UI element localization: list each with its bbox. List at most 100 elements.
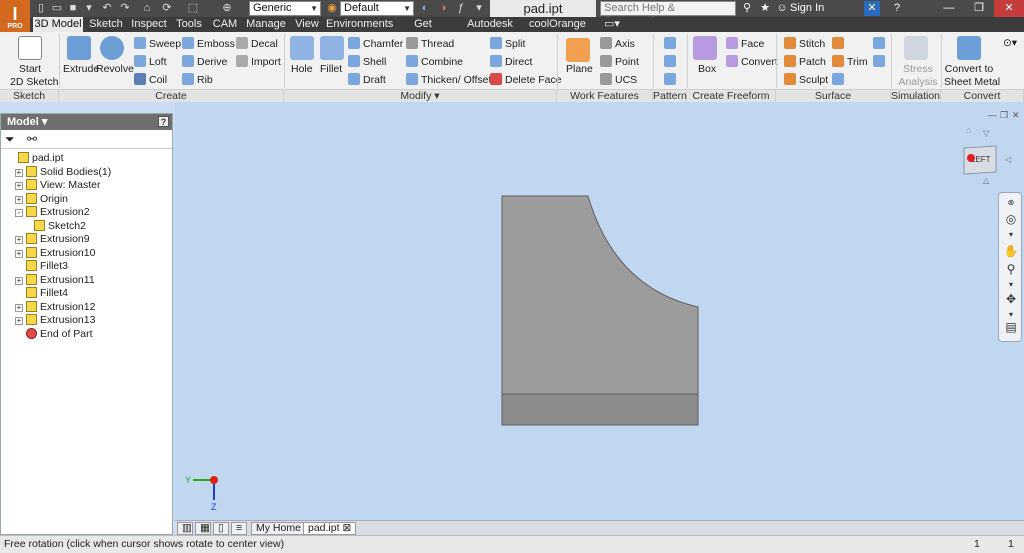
dropdown-icon[interactable]: ▾: [82, 1, 96, 16]
tree-node[interactable]: + View: Master: [15, 179, 101, 192]
trim-button[interactable]: Trim: [832, 55, 868, 69]
save-icon[interactable]: ■: [66, 1, 80, 16]
stress-analysis-button[interactable]: Stress Analysis: [898, 63, 938, 89]
tree-node[interactable]: + Extrusion13: [15, 314, 95, 327]
app-menu-button[interactable]: I PRO: [0, 0, 30, 32]
clear-appearance-icon[interactable]: ◑: [436, 1, 450, 16]
start-2d-sketch-button[interactable]: Start 2D Sketch: [10, 63, 58, 89]
tab-tools[interactable]: Tools: [172, 17, 206, 32]
stitch-button[interactable]: Stitch: [784, 37, 825, 51]
viewport-minimize-icon[interactable]: —: [988, 110, 997, 120]
extrude-button[interactable]: Extrude: [63, 63, 99, 76]
user-icon[interactable]: ☺: [775, 1, 789, 16]
measure-icon[interactable]: ⊕: [220, 1, 234, 16]
home-icon[interactable]: ⌂: [140, 1, 154, 16]
tab-close-icon[interactable]: ⊠: [342, 522, 351, 534]
emboss-button[interactable]: Emboss: [182, 37, 235, 51]
tree-node[interactable]: End of Part: [15, 327, 93, 341]
browser-help-button[interactable]: ?: [158, 116, 169, 127]
direct-button[interactable]: Direct: [490, 55, 532, 69]
redo-icon[interactable]: ↷: [118, 1, 132, 16]
adjust-icon[interactable]: ◐: [418, 1, 432, 16]
tree-node[interactable]: + Extrusion11: [15, 273, 95, 287]
zoom-icon[interactable]: ⚲: [1003, 261, 1019, 277]
expander-icon[interactable]: +: [15, 249, 23, 258]
decal-button[interactable]: Decal: [236, 37, 278, 51]
orbit-icon[interactable]: ✥: [1003, 291, 1019, 307]
cascade-icon[interactable]: ▦: [195, 522, 211, 535]
split-button[interactable]: Split: [490, 37, 525, 51]
pan-icon[interactable]: ✋: [1003, 243, 1019, 259]
select-icon[interactable]: ⬚: [186, 1, 200, 16]
tab-environments[interactable]: Environments: [326, 17, 393, 32]
restore-button[interactable]: ❐: [964, 0, 994, 17]
surface-tool-button[interactable]: [873, 37, 888, 51]
tab-cam[interactable]: CAM: [209, 17, 241, 32]
tree-node[interactable]: Fillet4: [15, 287, 68, 300]
fillet-button[interactable]: Fillet: [320, 63, 342, 76]
sweep-button[interactable]: Sweep: [134, 37, 181, 51]
shell-button[interactable]: Shell: [348, 55, 386, 69]
thicken-offset-button[interactable]: Thicken/ Offset: [406, 73, 491, 87]
face-button[interactable]: Face: [726, 37, 764, 51]
viewcube-home-icon[interactable]: ⌂: [966, 125, 971, 135]
tree-node[interactable]: pad.ipt: [7, 152, 64, 165]
surface-tool2-button[interactable]: [873, 55, 888, 69]
tab-view[interactable]: View: [291, 17, 323, 32]
expander-icon[interactable]: +: [15, 195, 23, 204]
ucs-button[interactable]: UCS: [600, 73, 637, 87]
tab-pad-ipt[interactable]: pad.ipt ⊠: [303, 522, 357, 535]
sculpt-button[interactable]: Sculpt: [784, 73, 828, 87]
sign-in-link[interactable]: Sign In: [790, 1, 824, 16]
tab-sketch[interactable]: Sketch: [86, 17, 126, 32]
tab-my-home[interactable]: My Home: [251, 522, 306, 535]
box-button[interactable]: Box: [698, 63, 716, 76]
steering-wheel-icon[interactable]: ◎: [1003, 211, 1019, 227]
material-combo[interactable]: Generic ▼: [249, 1, 321, 16]
minimize-button[interactable]: —: [934, 0, 964, 17]
viewport-close-icon[interactable]: ✕: [1012, 110, 1020, 120]
help-icon[interactable]: ?: [890, 1, 904, 16]
derive-button[interactable]: Derive: [182, 55, 227, 69]
delete-face-button[interactable]: Delete Face: [490, 73, 562, 87]
expander-icon[interactable]: +: [15, 168, 23, 177]
tree-node[interactable]: Sketch2: [23, 219, 86, 233]
look-at-icon[interactable]: ▤: [1003, 319, 1019, 335]
star-icon[interactable]: ★: [758, 1, 772, 16]
replace-face-button[interactable]: [832, 73, 847, 87]
fx-icon[interactable]: ƒ: [454, 1, 468, 16]
viewcube-arrow-up-icon[interactable]: ▽: [983, 129, 990, 138]
hole-button[interactable]: Hole: [291, 63, 313, 76]
search-icon[interactable]: ⚲: [740, 1, 754, 16]
tree-node[interactable]: - Extrusion2: [15, 206, 90, 219]
exchange-icon[interactable]: ✕: [864, 1, 880, 16]
import-button[interactable]: Import: [236, 55, 281, 69]
draft-button[interactable]: Draft: [348, 73, 386, 87]
loft-button[interactable]: Loft: [134, 55, 167, 69]
convert-to-sheet-metal-button[interactable]: Convert to Sheet Metal: [944, 63, 1000, 89]
expander-icon[interactable]: +: [15, 303, 23, 312]
axis-button[interactable]: Axis: [600, 37, 635, 51]
expander-icon[interactable]: +: [15, 317, 23, 325]
tree-node[interactable]: + Origin: [15, 192, 68, 206]
tab-autodesk-a360[interactable]: Autodesk A360: [454, 17, 526, 45]
expander-icon[interactable]: -: [15, 209, 23, 217]
expander-icon[interactable]: +: [15, 182, 23, 190]
viewport-restore-icon[interactable]: ❐: [1000, 110, 1008, 120]
expander-icon[interactable]: +: [15, 276, 23, 285]
convert-button[interactable]: Convert: [726, 55, 778, 69]
menu-icon[interactable]: ≡: [231, 522, 247, 535]
graphics-viewport[interactable]: Y Z LEFT ⌂ ▽ ◁ △ — ❐ ✕: [175, 102, 1024, 520]
circular-pattern-button[interactable]: [664, 55, 679, 69]
tab-overflow-icon[interactable]: ▭▾: [600, 17, 624, 32]
patch-button[interactable]: Patch: [784, 55, 826, 69]
coil-button[interactable]: Coil: [134, 73, 167, 87]
mirror-button[interactable]: [664, 73, 679, 87]
combine-button[interactable]: Combine: [406, 55, 463, 69]
undo-icon[interactable]: ↶: [100, 1, 114, 16]
filter-icon[interactable]: ⏷: [5, 132, 15, 147]
rib-button[interactable]: Rib: [182, 73, 213, 87]
new-icon[interactable]: ▯: [34, 1, 48, 16]
more-dropdown-icon[interactable]: ▾: [472, 1, 486, 16]
navbar-close-icon[interactable]: ⊗: [1003, 195, 1019, 211]
